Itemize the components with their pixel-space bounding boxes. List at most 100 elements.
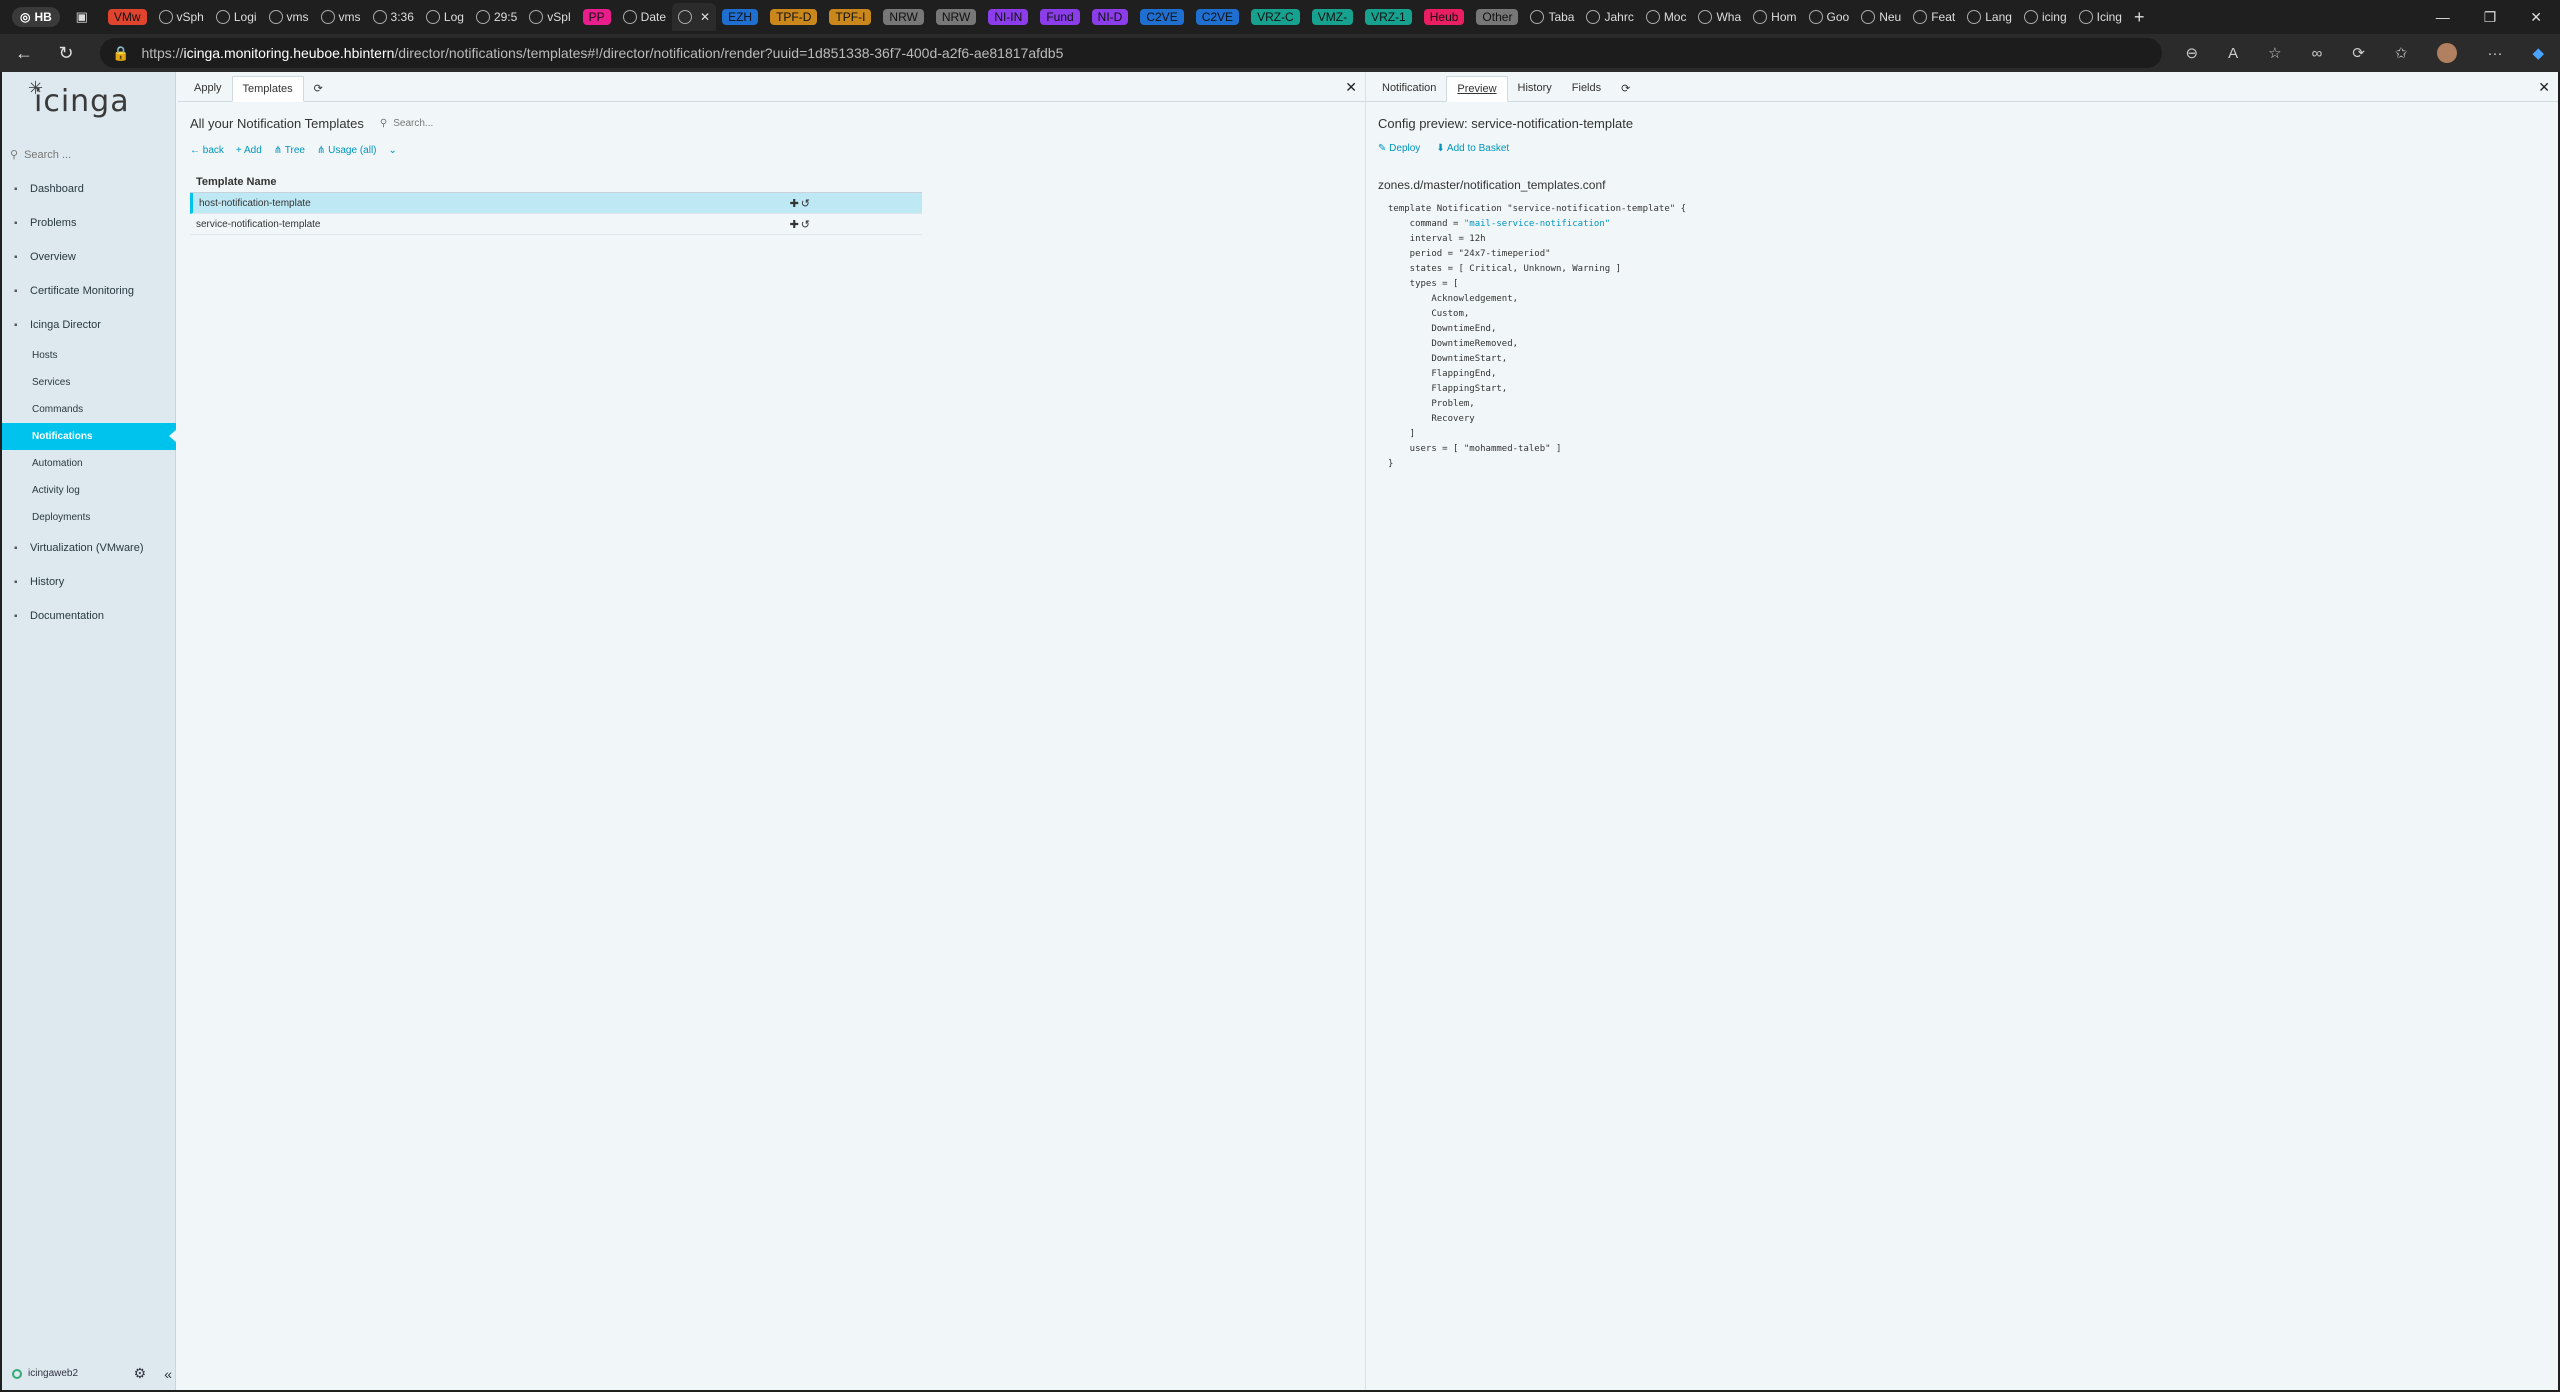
browser-tab[interactable]: C2VE: [1190, 3, 1245, 31]
browser-tab[interactable]: VMZ-: [1306, 3, 1359, 31]
deploy-button[interactable]: ✎ Deploy: [1378, 143, 1420, 154]
browser-tab[interactable]: 29:5: [470, 3, 523, 31]
zoom-icon[interactable]: ⊖: [2186, 44, 2199, 62]
browser-tab[interactable]: C2VE: [1134, 3, 1189, 31]
profile-button[interactable]: ◎ HB: [12, 7, 60, 27]
add-to-basket-button[interactable]: ⬇ Add to Basket: [1436, 143, 1509, 154]
history-icon[interactable]: ↺: [801, 218, 810, 231]
avatar[interactable]: [2437, 43, 2458, 63]
browser-tab[interactable]: vSph: [153, 3, 210, 31]
browser-tab[interactable]: Fund: [1034, 3, 1085, 31]
browser-tab[interactable]: Goo: [1803, 3, 1856, 31]
add-icon[interactable]: ✚: [790, 197, 799, 210]
browser-tab[interactable]: Icing: [2073, 3, 2128, 31]
template-search[interactable]: ⚲ Search...: [380, 118, 433, 129]
tab-actions-icon[interactable]: ▣: [70, 6, 94, 28]
tab-notification[interactable]: Notification: [1372, 75, 1446, 101]
tab-preview[interactable]: Preview: [1446, 76, 1508, 102]
sidebar-item[interactable]: ▪ Certificate Monitoring: [2, 274, 176, 308]
browser-tab[interactable]: Moc: [1640, 3, 1693, 31]
new-tab-button[interactable]: +: [2128, 3, 2151, 31]
favorites-icon[interactable]: ✩: [2395, 44, 2408, 62]
browser-tab[interactable]: TPF-I: [823, 3, 877, 31]
tab-apply[interactable]: Apply: [184, 75, 232, 101]
close-tab-icon[interactable]: ✕: [700, 10, 710, 24]
browser-tab[interactable]: NI-IN: [982, 3, 1034, 31]
close-column-icon[interactable]: ✕: [2538, 79, 2550, 96]
chevron-down-icon[interactable]: ⌄: [389, 145, 397, 156]
tree-link[interactable]: ⋔ Tree: [274, 145, 305, 156]
extension-icon[interactable]: ∞: [2312, 45, 2323, 62]
table-row[interactable]: host-notification-template ✚ ↺: [190, 193, 922, 214]
sidebar-subitem[interactable]: Automation: [2, 450, 176, 477]
browser-tab[interactable]: VRZ-C: [1245, 3, 1306, 31]
restore-icon[interactable]: ❐: [2484, 9, 2497, 26]
browser-tab[interactable]: VMw: [102, 3, 153, 31]
read-aloud-icon[interactable]: A: [2228, 45, 2238, 62]
back-link[interactable]: ← back: [190, 145, 224, 156]
browser-tab[interactable]: Logi: [210, 3, 263, 31]
browser-tab[interactable]: NI-D: [1086, 3, 1135, 31]
favorite-star-icon[interactable]: ☆: [2268, 44, 2281, 62]
browser-tab[interactable]: vSpl: [523, 3, 576, 31]
minimize-icon[interactable]: —: [2436, 9, 2450, 26]
table-row[interactable]: service-notification-template ✚ ↺: [190, 214, 922, 235]
browser-tab[interactable]: 3:36: [367, 3, 420, 31]
usage-link[interactable]: ⋔ Usage (all): [317, 145, 377, 156]
close-column-icon[interactable]: ✕: [1345, 79, 1357, 96]
row-template-name[interactable]: service-notification-template: [196, 219, 321, 230]
tab-templates[interactable]: Templates: [231, 76, 304, 102]
sidebar-subitem[interactable]: Activity log: [2, 477, 176, 504]
sidebar-subitem[interactable]: Commands: [2, 396, 176, 423]
sidebar-item[interactable]: ▪ Virtualization (VMware): [2, 531, 176, 565]
user-name[interactable]: icingaweb2: [28, 1368, 78, 1379]
tab-fields[interactable]: Fields: [1562, 75, 1611, 101]
browser-tab[interactable]: Neu: [1855, 3, 1907, 31]
close-window-icon[interactable]: ✕: [2530, 9, 2542, 26]
browser-tab[interactable]: Taba: [1524, 3, 1580, 31]
sidebar-search[interactable]: ⚲ Search ...: [10, 148, 71, 162]
browser-tab[interactable]: PP: [577, 3, 617, 31]
browser-tab[interactable]: vms: [263, 3, 315, 31]
refresh-icon[interactable]: ⟳: [304, 75, 333, 101]
browser-tab[interactable]: ✕: [672, 3, 717, 31]
browser-tab[interactable]: vms: [315, 3, 367, 31]
sidebar-item[interactable]: ▪ Dashboard: [2, 172, 176, 206]
copilot-icon[interactable]: ◆: [2532, 44, 2544, 62]
add-link[interactable]: + Add: [236, 145, 262, 156]
sidebar-item[interactable]: ▪ Documentation: [2, 599, 176, 633]
browser-tab[interactable]: Hom: [1747, 3, 1802, 31]
collapse-sidebar-icon[interactable]: «: [164, 1366, 172, 1382]
browser-tab[interactable]: EZH: [716, 3, 764, 31]
browser-tab[interactable]: NRW: [877, 3, 929, 31]
browser-tab[interactable]: icing: [2018, 3, 2073, 31]
refresh-icon[interactable]: ⟳: [1611, 75, 1640, 101]
sidebar-item[interactable]: ▪ Icinga Director: [2, 308, 176, 342]
browser-tab[interactable]: VRZ-1: [1359, 3, 1418, 31]
tab-history[interactable]: History: [1508, 75, 1562, 101]
gear-icon[interactable]: ⚙: [134, 1365, 147, 1382]
row-template-name[interactable]: host-notification-template: [199, 198, 311, 209]
browser-tab[interactable]: Log: [420, 3, 470, 31]
browser-tab[interactable]: Feat: [1907, 3, 1961, 31]
browser-tab[interactable]: Jahrc: [1580, 3, 1639, 31]
more-icon[interactable]: ···: [2487, 45, 2502, 62]
icinga-logo[interactable]: ✳ icinga: [28, 78, 130, 119]
back-arrow-icon[interactable]: ←: [6, 38, 42, 68]
sidebar-item[interactable]: ▪ History: [2, 565, 176, 599]
browser-tab[interactable]: Wha: [1692, 3, 1747, 31]
browser-tab[interactable]: Date: [617, 3, 672, 31]
history-icon[interactable]: ↺: [801, 197, 810, 210]
browser-tab[interactable]: Lang: [1961, 3, 2018, 31]
browser-tab[interactable]: Heub: [1418, 3, 1471, 31]
command-link[interactable]: "mail-service-notification": [1464, 219, 1610, 229]
browser-tab[interactable]: Other: [1470, 3, 1524, 31]
refresh-extension-icon[interactable]: ⟳: [2352, 44, 2365, 62]
browser-tab[interactable]: NRW: [930, 3, 982, 31]
sidebar-item[interactable]: ▪ Problems: [2, 206, 176, 240]
sidebar-item[interactable]: ▪ Overview: [2, 240, 176, 274]
address-bar[interactable]: 🔒 https://icinga.monitoring.heuboe.hbint…: [100, 38, 2162, 68]
sidebar-subitem[interactable]: Hosts: [2, 342, 176, 369]
sidebar-subitem[interactable]: Deployments: [2, 504, 176, 531]
sidebar-subitem[interactable]: Services: [2, 369, 176, 396]
